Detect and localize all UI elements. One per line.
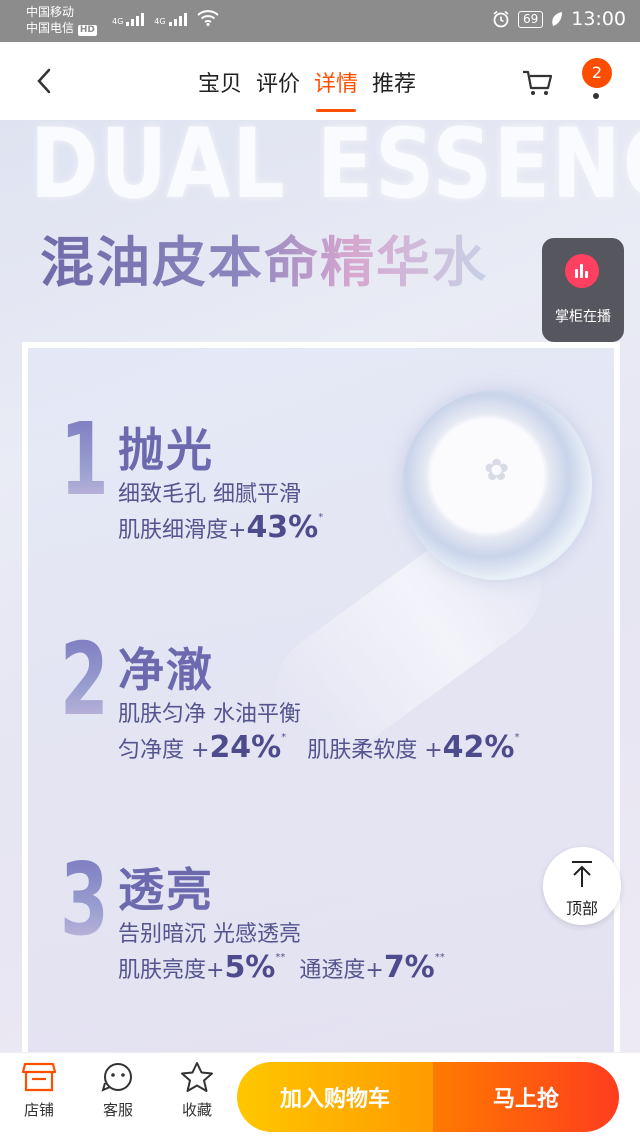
live-label: 掌柜在播 (555, 309, 611, 325)
clock: 13:00 (571, 8, 626, 30)
hero-chinese-title: 混油皮本命精华水 (40, 218, 488, 297)
status-right: 69 13:00 (492, 8, 626, 30)
wifi-icon (196, 10, 219, 26)
more-dot-icon (593, 93, 599, 99)
live-bars-icon (565, 254, 599, 288)
feature-desc: 细致毛孔 细腻平滑 (118, 482, 301, 507)
notification-badge: 2 (582, 58, 612, 88)
favorite-button[interactable]: 收藏 (167, 1061, 227, 1120)
feature-stat: 肌肤亮度+5%** 通透度+7%** (118, 950, 445, 985)
signal-icon: 4G (154, 13, 187, 26)
battery-icon: 69 (517, 10, 544, 28)
alarm-icon (493, 10, 509, 28)
live-stream-widget[interactable]: 掌柜在播 (542, 238, 624, 342)
feature-desc: 肌肤匀净 水油平衡 (118, 702, 301, 727)
tab-reviews[interactable]: 评价 (256, 66, 300, 112)
feature-desc: 告别暗沉 光感透亮 (118, 922, 301, 947)
feature-stat: 匀净度 +24%* 肌肤柔软度 +42%* (118, 730, 520, 765)
signal-icons: 4G 4G (112, 10, 219, 26)
tab-details[interactable]: 详情 (314, 66, 358, 112)
customer-service-button[interactable]: 客服 (88, 1061, 148, 1120)
arrow-up-icon (572, 861, 592, 887)
tab-item[interactable]: 宝贝 (198, 66, 242, 112)
back-to-top-button[interactable]: 顶部 (543, 847, 621, 925)
star-icon (181, 1062, 213, 1092)
feature-title: 净澈 (118, 643, 214, 697)
hd-badge: HD (77, 25, 97, 36)
detail-tabs: 宝贝 评价 详情 推荐 (198, 66, 416, 112)
add-to-cart-button[interactable]: 加入购物车 (237, 1062, 433, 1132)
bottom-action-bar: 店铺 客服 收藏 加入购物车 马上抢 (0, 1052, 640, 1137)
leaf-icon (552, 12, 563, 26)
feature-title: 透亮 (118, 863, 214, 917)
service-label: 客服 (102, 1101, 133, 1119)
cart-icon[interactable] (520, 68, 554, 98)
buy-now-button[interactable]: 马上抢 (433, 1062, 619, 1132)
shop-button[interactable]: 店铺 (9, 1061, 69, 1120)
status-bar: 中国移动 中国电信 HD 4G 4G 69 13:00 (0, 0, 640, 42)
shop-label: 店铺 (23, 1101, 54, 1119)
favorite-label: 收藏 (181, 1101, 212, 1119)
feature-number: 2 (60, 621, 109, 738)
shop-icon (22, 1062, 56, 1092)
feature-title: 抛光 (118, 423, 214, 477)
top-nav: 宝贝 评价 详情 推荐 2 (0, 42, 640, 120)
hero-english-title: DUAL ESSENCE (30, 120, 640, 220)
feature-number: 1 (60, 401, 109, 518)
back-icon[interactable] (30, 64, 60, 98)
tab-recommend[interactable]: 推荐 (372, 66, 416, 112)
carrier-2: 中国电信 (26, 21, 75, 35)
feature-stat: 肌肤细滑度+43%* (118, 510, 324, 545)
carrier-info: 中国移动 中国电信 HD (26, 4, 97, 36)
feature-number: 3 (60, 841, 109, 958)
signal-icon: 4G (112, 13, 145, 26)
back-to-top-label: 顶部 (565, 899, 598, 918)
rose-logo-icon: ✿ (484, 453, 510, 488)
carrier-1: 中国移动 (26, 5, 75, 19)
service-face-icon (101, 1063, 132, 1092)
